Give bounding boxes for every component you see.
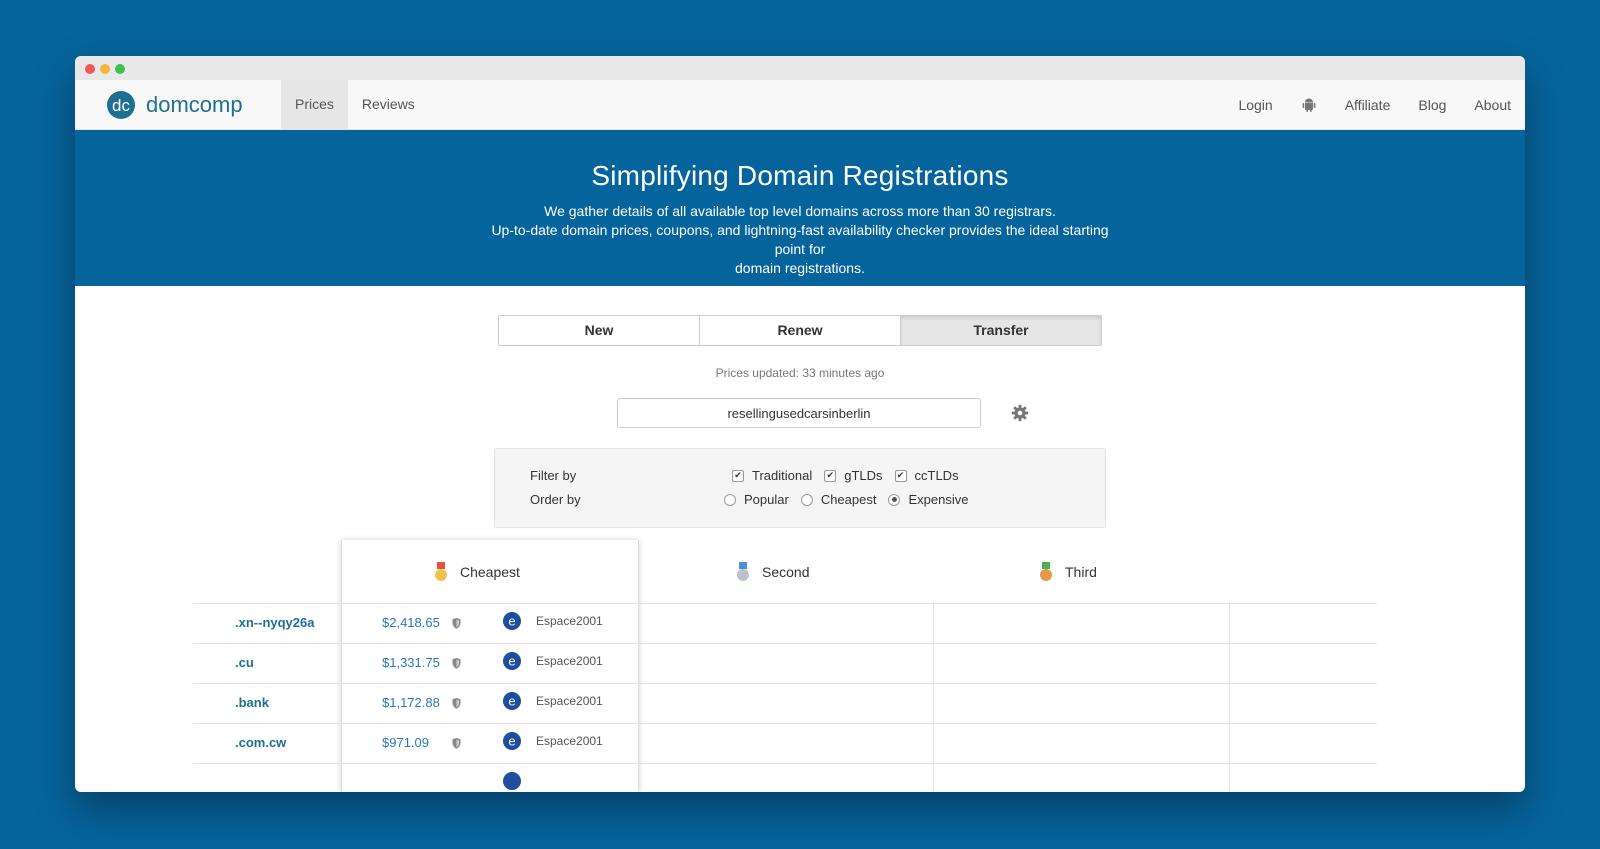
tld-link[interactable]: .cu <box>235 655 254 670</box>
prices-updated-text: Prices updated: 33 minutes ago <box>715 366 885 380</box>
nav-prices[interactable]: Prices <box>281 80 348 129</box>
price-type-tabs: New Renew Transfer <box>498 315 1102 346</box>
registrar-logo-icon: e <box>503 652 521 670</box>
hero-line-3: domain registrations. <box>735 260 865 276</box>
checkbox-gtlds[interactable]: ✔ <box>824 469 837 482</box>
hero-description: We gather details of all available top l… <box>480 202 1120 278</box>
price-table: Cheapest Second Third .xn--nyqy26a $2,41… <box>75 540 1525 792</box>
header-cheapest: Cheapest <box>434 540 520 603</box>
filter-panel: Filter by Order by ✔ Traditional ✔ gTLDs… <box>494 448 1106 528</box>
tab-renew[interactable]: Renew <box>699 315 901 346</box>
header-second-label: Second <box>762 563 810 580</box>
tab-transfer[interactable]: Transfer <box>900 315 1102 346</box>
checkbox-cctlds[interactable]: ✔ <box>894 469 907 482</box>
nav-reviews[interactable]: Reviews <box>348 80 429 129</box>
tld-link[interactable]: .xn--nyqy26a <box>235 615 314 630</box>
price-link[interactable]: $971.09 <box>382 735 429 750</box>
table-row: .bank $1,172.88 e Espace2001 <box>75 683 1525 723</box>
registrar-name[interactable]: Espace2001 <box>536 694 603 708</box>
filter-gtlds-label: gTLDs <box>844 468 883 483</box>
registrar-name[interactable]: Espace2001 <box>536 654 603 668</box>
order-cheapest-label: Cheapest <box>820 492 877 507</box>
nav-right: Login Affiliate Blog About <box>1210 80 1511 129</box>
nav-left: Prices Reviews <box>281 80 429 129</box>
registrar-logo-icon: e <box>503 732 521 750</box>
shield-icon <box>452 617 461 629</box>
nav-about[interactable]: About <box>1474 97 1511 113</box>
checkbox-traditional[interactable]: ✔ <box>732 469 744 482</box>
header-third-label: Third <box>1065 563 1097 580</box>
filter-cctlds-label: ccTLDs <box>914 468 959 483</box>
logo-icon: dc <box>107 91 135 119</box>
header-second: Second <box>736 540 809 603</box>
shield-icon <box>452 697 461 709</box>
order-expensive-label: Expensive <box>908 492 969 507</box>
domain-search-input[interactable] <box>617 398 981 428</box>
table-row: .xn--nyqy26a $2,418.65 e Espace2001 <box>75 603 1525 643</box>
filter-gtlds[interactable]: ✔ gTLDs <box>824 468 883 483</box>
table-row: .com.cw $971.09 e Espace2001 <box>75 723 1525 763</box>
tld-link[interactable]: .com.cw <box>235 735 286 750</box>
header-third: Third <box>1039 540 1097 603</box>
tab-new[interactable]: New <box>498 315 700 346</box>
filter-cctlds[interactable]: ✔ ccTLDs <box>894 468 959 483</box>
order-options: Popular Cheapest Expensive <box>724 492 980 507</box>
registrar-name[interactable]: Espace2001 <box>536 614 603 628</box>
silver-medal-icon <box>736 561 750 582</box>
radio-expensive[interactable] <box>888 493 901 506</box>
filter-by-label: Filter by <box>530 468 577 483</box>
price-link[interactable]: $1,172.88 <box>382 695 440 710</box>
price-link[interactable]: $1,331.75 <box>382 655 440 670</box>
browser-window: dc domcomp Prices Reviews Login Affiliat… <box>75 56 1525 792</box>
order-by-label: Order by <box>530 492 581 507</box>
window-titlebar <box>75 56 1525 80</box>
nav-blog[interactable]: Blog <box>1418 97 1446 113</box>
header-cheapest-label: Cheapest <box>460 563 520 580</box>
price-link[interactable]: $2,418.65 <box>382 615 440 630</box>
radio-popular[interactable] <box>724 493 736 506</box>
order-popular[interactable]: Popular <box>724 492 789 507</box>
nav-affiliate[interactable]: Affiliate <box>1345 97 1391 113</box>
hero-banner: Simplifying Domain Registrations We gath… <box>75 130 1525 286</box>
table-row-partial <box>75 763 1525 792</box>
shield-icon <box>452 657 461 669</box>
registrar-name[interactable]: Espace2001 <box>536 734 603 748</box>
hero-line-1: We gather details of all available top l… <box>544 203 1056 219</box>
gear-icon[interactable] <box>1011 404 1029 422</box>
registrar-logo-icon <box>503 772 521 790</box>
table-row: .cu $1,331.75 e Espace2001 <box>75 643 1525 683</box>
order-expensive[interactable]: Expensive <box>888 492 968 507</box>
svg-text:e: e <box>508 734 515 749</box>
registrar-logo-icon: e <box>503 612 521 630</box>
close-window-button[interactable] <box>85 64 95 74</box>
hero-title: Simplifying Domain Registrations <box>591 160 1009 191</box>
android-icon[interactable] <box>1301 97 1317 113</box>
minimize-window-button[interactable] <box>100 64 110 74</box>
filter-traditional-label: Traditional <box>752 468 813 483</box>
radio-cheapest[interactable] <box>800 493 813 506</box>
hero-line-2: Up-to-date domain prices, coupons, and l… <box>491 222 1109 257</box>
shield-icon <box>452 737 461 749</box>
order-popular-label: Popular <box>744 492 789 507</box>
svg-text:e: e <box>508 614 515 629</box>
registrar-logo-icon: e <box>503 692 521 710</box>
navbar: dc domcomp Prices Reviews Login Affiliat… <box>75 80 1525 130</box>
svg-text:e: e <box>508 694 515 709</box>
bronze-medal-icon <box>1039 561 1053 582</box>
brand-logo[interactable]: dc domcomp <box>107 91 243 119</box>
tld-link[interactable]: .bank <box>235 695 269 710</box>
brand-name: domcomp <box>146 92 243 117</box>
maximize-window-button[interactable] <box>115 64 125 74</box>
nav-login[interactable]: Login <box>1238 97 1272 113</box>
filter-options: ✔ Traditional ✔ gTLDs ✔ ccTLDs <box>732 468 971 483</box>
gold-medal-icon <box>434 561 448 582</box>
order-cheapest[interactable]: Cheapest <box>800 492 877 507</box>
svg-text:e: e <box>508 654 515 669</box>
filter-traditional[interactable]: ✔ Traditional <box>732 468 812 483</box>
